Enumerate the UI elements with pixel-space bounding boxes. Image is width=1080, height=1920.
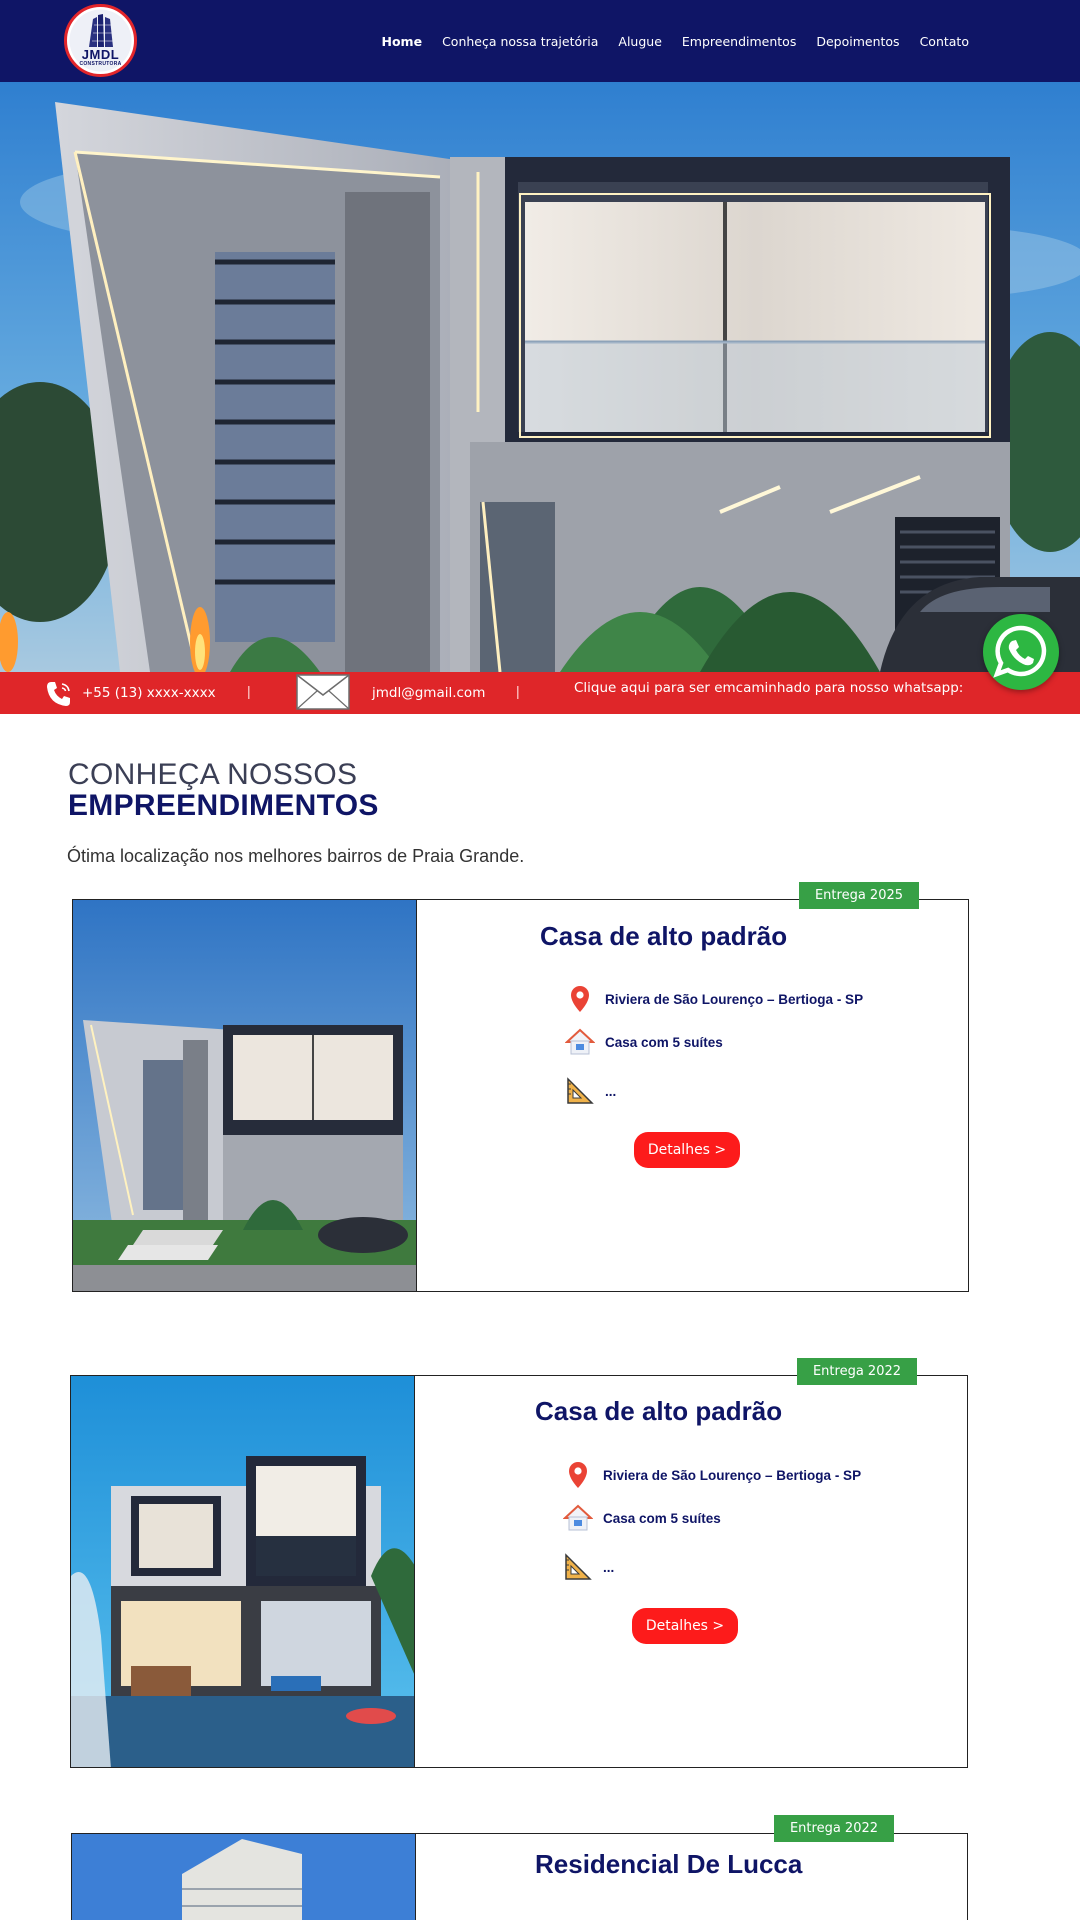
nav-depoimentos[interactable]: Depoimentos xyxy=(816,34,899,49)
delivery-badge: Entrega 2022 xyxy=(797,1358,917,1385)
property-card: Casa de alto padrão Riviera de São Loure… xyxy=(72,899,969,1292)
delivery-badge: Entrega 2025 xyxy=(799,882,919,909)
property-image[interactable] xyxy=(72,1834,416,1920)
nav-empreendimentos[interactable]: Empreendimentos xyxy=(682,34,796,49)
ruler-triangle-icon xyxy=(567,1077,594,1104)
property-image[interactable] xyxy=(71,1376,415,1767)
main-nav: Home Conheça nossa trajetória Alugue Emp… xyxy=(382,0,970,82)
phone-number[interactable]: +55 (13) xxxx-xxxx xyxy=(82,685,216,701)
section-subtitle: Ótima localização nos melhores bairros d… xyxy=(67,846,525,866)
house-icon xyxy=(563,1504,593,1531)
phone-icon xyxy=(47,682,70,706)
details-button[interactable]: Detalhes > xyxy=(632,1608,738,1644)
company-logo[interactable]: JMDL CONSTRUTORA xyxy=(64,4,137,77)
whatsapp-icon xyxy=(993,625,1047,678)
nav-alugue[interactable]: Alugue xyxy=(618,34,662,49)
property-image[interactable] xyxy=(73,900,417,1291)
section-title-line2: EMPREENDIMENTOS xyxy=(68,789,379,822)
property-title: Residencial De Lucca xyxy=(535,1849,803,1879)
location-pin-icon xyxy=(569,1462,587,1488)
property-title: Casa de alto padrão xyxy=(540,921,788,951)
mail-icon xyxy=(296,674,350,710)
logo-tagline: CONSTRUTORA xyxy=(79,61,122,67)
property-rooms: Casa com 5 suítes xyxy=(605,1034,723,1050)
delivery-badge: Entrega 2022 xyxy=(774,1815,894,1842)
area-feature: ... xyxy=(565,1076,616,1106)
location-feature: Riviera de São Lourenço – Bertioga - SP xyxy=(565,984,863,1014)
logo-name: JMDL xyxy=(81,47,120,62)
property-area: ... xyxy=(605,1083,617,1099)
location-feature: Riviera de São Lourenço – Bertioga - SP xyxy=(563,1460,861,1490)
nav-trajetoria[interactable]: Conheça nossa trajetória xyxy=(442,34,598,49)
details-button[interactable]: Detalhes > xyxy=(634,1132,740,1168)
separator: | xyxy=(247,683,251,699)
email-address[interactable]: jmdl@gmail.com xyxy=(372,685,485,701)
ruler-triangle-icon xyxy=(565,1553,592,1580)
hero-banner-image xyxy=(0,82,1080,672)
nav-contato[interactable]: Contato xyxy=(920,34,969,49)
property-location: Riviera de São Lourenço – Bertioga - SP xyxy=(605,991,864,1007)
site-header: JMDL CONSTRUTORA Home Conheça nossa traj… xyxy=(0,0,1080,82)
separator: | xyxy=(516,683,520,699)
section-title-line1: CONHEÇA NOSSOS xyxy=(68,758,358,791)
rooms-feature: Casa com 5 suítes xyxy=(563,1503,721,1533)
rooms-feature: Casa com 5 suítes xyxy=(565,1027,723,1057)
property-title: Casa de alto padrão xyxy=(535,1396,783,1426)
property-card: Casa de alto padrão Riviera de São Loure… xyxy=(70,1375,968,1768)
property-rooms: Casa com 5 suítes xyxy=(603,1510,721,1526)
nav-home[interactable]: Home xyxy=(382,34,423,49)
property-card: Residencial De Lucca xyxy=(71,1833,968,1920)
area-feature: ... xyxy=(563,1552,614,1582)
property-area: ... xyxy=(603,1559,615,1575)
property-location: Riviera de São Lourenço – Bertioga - SP xyxy=(603,1467,862,1483)
location-pin-icon xyxy=(571,986,589,1012)
whatsapp-link-text[interactable]: Clique aqui para ser emcaminhado para no… xyxy=(574,680,963,696)
contact-bar: +55 (13) xxxx-xxxx | jmdl@gmail.com | Cl… xyxy=(0,672,1080,714)
whatsapp-float-button[interactable] xyxy=(983,614,1059,690)
house-icon xyxy=(565,1028,595,1055)
